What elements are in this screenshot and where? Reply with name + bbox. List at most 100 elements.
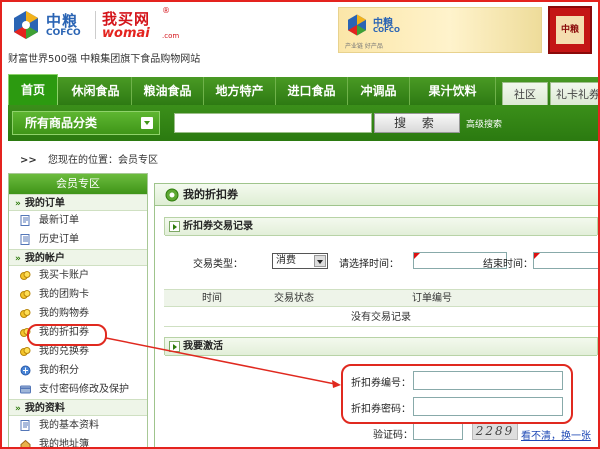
sidebar-section-label: 我的帐户: [24, 253, 65, 264]
sidebar-item-order-history[interactable]: 历史订单: [9, 230, 147, 249]
nav-item-local-specialty[interactable]: 地方特产: [204, 77, 276, 105]
tab-community[interactable]: 社区: [502, 82, 548, 105]
nav-item-brew[interactable]: 冲调品: [348, 77, 410, 105]
section-caret-icon: »: [15, 199, 21, 209]
sidebar-item-label: 最新订单: [39, 215, 79, 226]
start-time-label: 请选择时间：: [339, 259, 399, 270]
header-banner[interactable]: 中粮 COFCO 产业链 好产品: [338, 7, 542, 53]
womai-logo-reg: ®: [162, 6, 170, 15]
advanced-search-link[interactable]: 高级搜索: [466, 117, 502, 130]
history-doc-icon: [20, 234, 30, 245]
column-header-status: 交易状态: [274, 293, 314, 304]
sidebar-item-payment-password[interactable]: 支付密码修改及保护: [9, 380, 147, 399]
logo-divider: [95, 11, 96, 39]
coins-icon: [20, 271, 31, 280]
cofco-logo-en: COFCO: [46, 28, 81, 38]
captcha-label: 验证码：: [373, 430, 413, 441]
womai-logo-com: .com: [162, 32, 180, 40]
sidebar-item-label: 我的基本资料: [39, 420, 99, 431]
chevron-down-icon: [141, 117, 153, 129]
date-picker-marker-icon: [534, 253, 540, 259]
banner-en: COFCO: [373, 26, 400, 34]
nav-item-imported[interactable]: 进口食品: [276, 77, 348, 105]
captcha-input[interactable]: [413, 423, 463, 440]
breadcrumb-text: 您现在的位置：会员专区: [47, 155, 158, 166]
activate-header[interactable]: 我要激活: [165, 338, 597, 356]
activate-title: 我要激活: [183, 341, 223, 352]
points-icon: [20, 365, 31, 376]
trade-type-select[interactable]: 消费: [272, 253, 328, 269]
expand-arrow-icon: [169, 221, 180, 232]
activate-highlight-annotation: [341, 364, 573, 424]
section-caret-icon: »: [15, 404, 21, 414]
trade-records-header[interactable]: 折扣券交易记录: [165, 218, 597, 236]
sidebar-section-label: 我的订单: [24, 198, 65, 209]
sidebar-item-womai-card-account[interactable]: 我买卡账户: [9, 266, 147, 285]
coins-icon: [20, 347, 31, 356]
sidebar-title: 会员专区: [9, 174, 147, 194]
banner-slogan: 产业链 好产品: [345, 43, 383, 50]
coupon-icon: [165, 188, 179, 202]
cofco-logo-icon: [14, 11, 38, 39]
panel-title: 我的折扣券: [183, 188, 238, 201]
card-icon: [20, 385, 31, 394]
womai-logo[interactable]: 我买网 ® womai .com: [102, 6, 202, 44]
chevron-down-icon: [314, 255, 326, 267]
category-dropdown-label: 所有商品分类: [25, 116, 98, 130]
sidebar-item-label: 我买卡账户: [39, 270, 89, 281]
category-dropdown[interactable]: 所有商品分类: [12, 111, 160, 135]
breadcrumb: >> 您现在的位置：会员专区: [20, 151, 158, 166]
sidebar-item-shopping-voucher[interactable]: 我的购物券: [9, 304, 147, 323]
expand-arrow-icon: [169, 341, 180, 352]
sidebar-item-label: 我的团购卡: [39, 289, 89, 300]
sidebar-item-latest-orders[interactable]: 最新订单: [9, 211, 147, 230]
coins-icon: [20, 290, 31, 299]
sidebar-item-label: 历史订单: [39, 234, 79, 245]
end-time-label: 结束时间：: [483, 259, 533, 270]
sidebar-item-basic-profile[interactable]: 我的基本资料: [9, 416, 147, 435]
side-banner[interactable]: 中粮: [548, 6, 592, 54]
sidebar-highlight-annotation: [27, 324, 107, 346]
side-banner-text: 中粮: [556, 16, 584, 44]
trade-table-header: 时间 交易状态 订单编号: [164, 289, 598, 307]
breadcrumb-chevron-icon: >>: [20, 155, 37, 166]
sidebar-item-label: 我的购物券: [39, 308, 89, 319]
refresh-captcha-link[interactable]: 看不清，换一张: [521, 427, 591, 442]
trade-type-value: 消费: [276, 255, 296, 266]
panel-header: 我的折扣券: [155, 184, 598, 206]
trade-records-section: 折扣券交易记录: [164, 217, 598, 236]
site-header: 中粮 COFCO 我买网 ® womai .com 财富世界500强 中粮集团旗…: [2, 2, 598, 68]
nav-item-juice[interactable]: 果汁饮料: [410, 77, 496, 105]
nav-item-snacks[interactable]: 休闲食品: [60, 77, 132, 105]
trade-table-empty-row: 没有交易记录: [164, 309, 598, 327]
nav-item-home[interactable]: 首页: [8, 74, 58, 105]
profile-doc-icon: [20, 420, 30, 431]
column-header-time: 时间: [202, 293, 222, 304]
main-nav: 首页 休闲食品 粮油食品 地方特产 进口食品 冲调品 果汁饮料 社区 礼卡礼券: [8, 74, 598, 105]
sidebar-section-profile: » 我的资料: [9, 399, 147, 416]
end-time-input[interactable]: [533, 252, 598, 269]
section-caret-icon: »: [15, 254, 21, 264]
order-list-icon: [20, 215, 30, 226]
womai-logo-en: womai: [102, 26, 150, 41]
trade-type-label: 交易类型：: [193, 259, 243, 270]
sidebar-item-label: 我的地址簿: [39, 439, 89, 449]
search-input[interactable]: [174, 113, 372, 133]
search-button[interactable]: 搜 索: [374, 113, 460, 133]
sidebar-item-address-book[interactable]: 我的地址簿: [9, 435, 147, 449]
column-header-order-no: 订单编号: [412, 293, 452, 304]
page-frame: 中粮 COFCO 我买网 ® womai .com 财富世界500强 中粮集团旗…: [0, 0, 600, 449]
captcha-image[interactable]: 2289: [472, 423, 518, 440]
date-picker-marker-icon: [414, 253, 420, 259]
sidebar-item-group-card[interactable]: 我的团购卡: [9, 285, 147, 304]
sidebar-item-label: 我的积分: [39, 365, 79, 376]
sidebar-item-points[interactable]: 我的积分: [9, 361, 147, 380]
sidebar-item-label: 支付密码修改及保护: [39, 384, 129, 395]
tab-gift-cards[interactable]: 礼卡礼券: [550, 82, 598, 105]
site-tagline: 财富世界500强 中粮集团旗下食品购物网站: [8, 54, 201, 65]
nav-item-grain-oil[interactable]: 粮油食品: [132, 77, 204, 105]
cofco-logo[interactable]: 中粮 COFCO: [8, 7, 98, 43]
sidebar-section-orders: » 我的订单: [9, 194, 147, 211]
sidebar-section-account: » 我的帐户: [9, 249, 147, 266]
banner-cofco-icon: [348, 14, 366, 36]
